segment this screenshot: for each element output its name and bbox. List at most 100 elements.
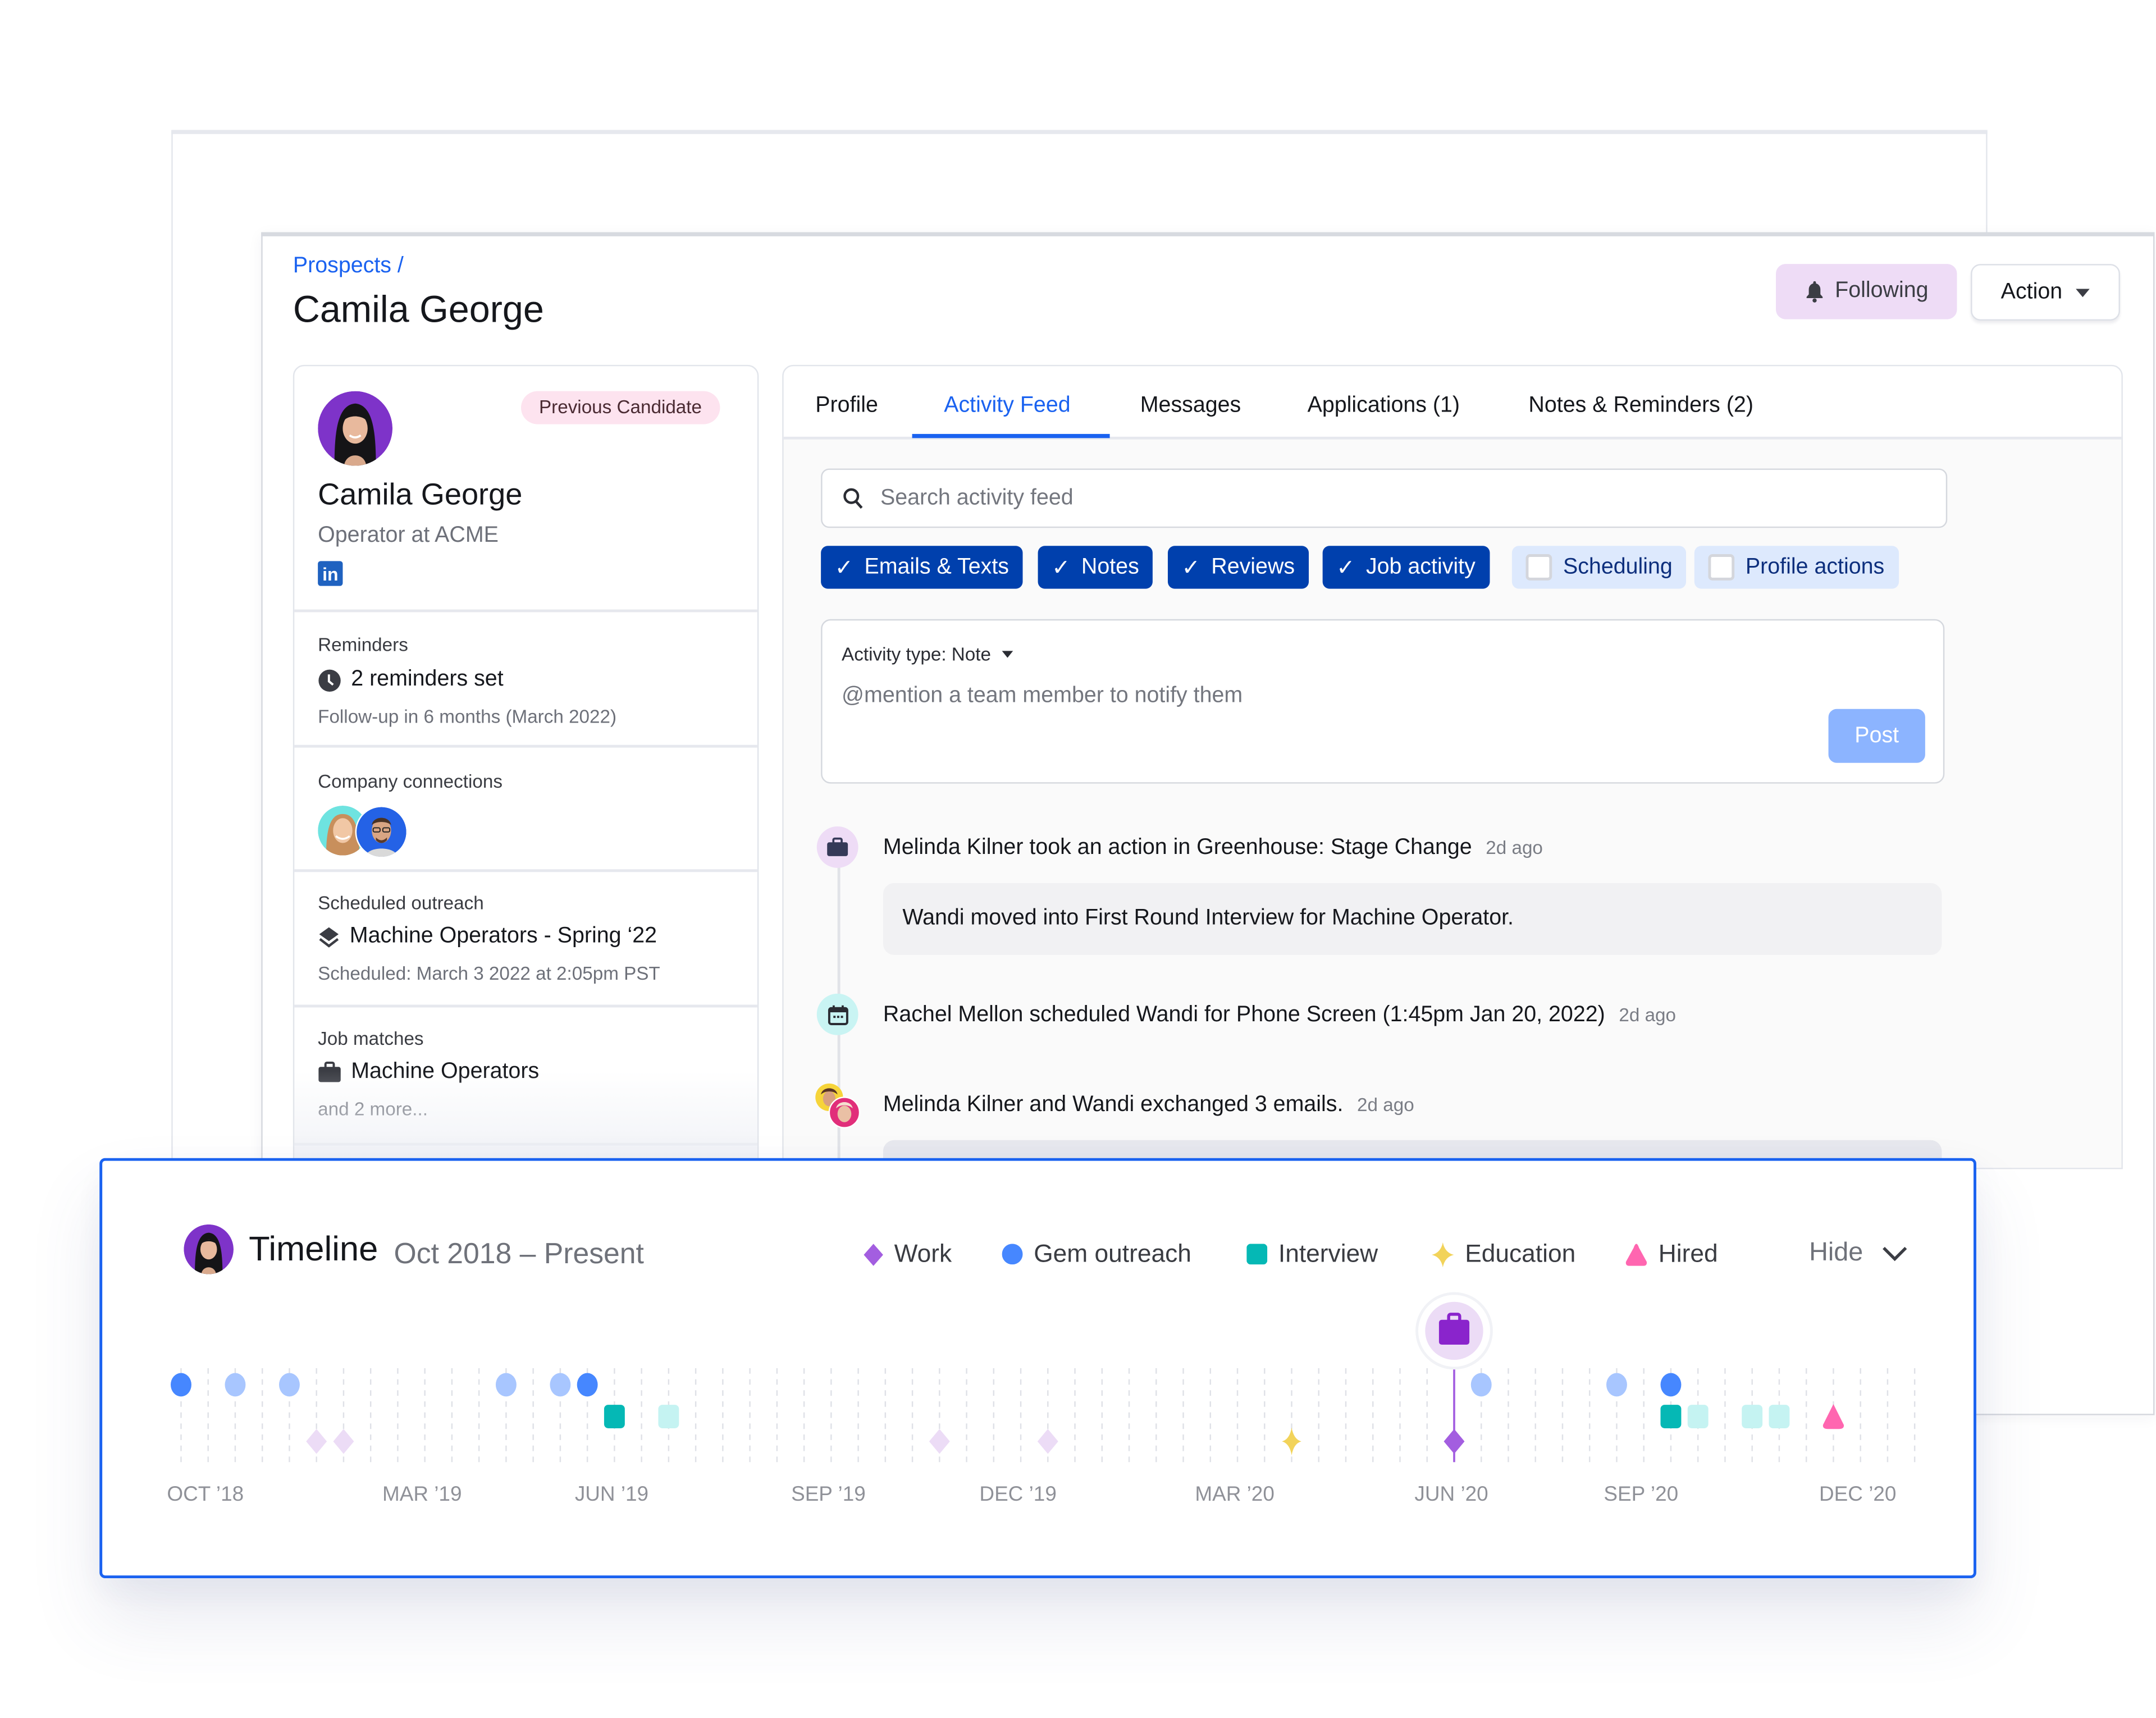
section-label: Reminders bbox=[318, 634, 408, 655]
reminders-summary[interactable]: 2 reminders set bbox=[318, 668, 504, 692]
tick-label: OCT ’18 bbox=[167, 1482, 244, 1505]
gem-outreach-point bbox=[1470, 1373, 1492, 1397]
feed-event-name[interactable]: Phone Screen (1:45pm Jan 20, 2022) bbox=[1236, 1003, 1605, 1027]
feed-actor[interactable]: Melinda Kilner bbox=[883, 1093, 1024, 1117]
work-point bbox=[333, 1429, 354, 1454]
candidate-name: Camila George bbox=[318, 477, 523, 511]
layers-icon bbox=[319, 926, 339, 947]
feed-timestamp: 2d ago bbox=[1486, 837, 1543, 858]
tick-label: JUN ’20 bbox=[1414, 1482, 1488, 1505]
feed-actor[interactable]: Rachel Mellon bbox=[883, 1003, 1024, 1027]
checkbox-icon bbox=[1708, 554, 1735, 581]
feed-actor[interactable]: Melinda Kilner bbox=[883, 836, 1024, 860]
active-tab-indicator bbox=[912, 433, 1110, 438]
tick-label: DEC ’20 bbox=[1819, 1482, 1896, 1505]
work-point bbox=[306, 1429, 327, 1454]
post-button[interactable]: Post bbox=[1828, 709, 1925, 763]
checkbox-icon bbox=[1525, 554, 1552, 581]
detail-job-name: Machine Operator. bbox=[1332, 906, 1514, 930]
filter-label: Profile actions bbox=[1745, 555, 1885, 579]
breadcrumb-prospects[interactable]: Prospects / bbox=[293, 254, 404, 279]
linkedin-icon[interactable]: in bbox=[318, 561, 343, 586]
clock-icon bbox=[318, 669, 341, 691]
fade-overlay bbox=[294, 1071, 757, 1168]
activity-type-label: Activity type: Note bbox=[842, 644, 992, 665]
participant-avatars bbox=[815, 1083, 861, 1128]
bell-icon bbox=[1806, 281, 1822, 303]
activity-type-dropdown[interactable]: Activity type: Note bbox=[842, 644, 1013, 665]
tab-activity-feed[interactable]: Activity Feed bbox=[944, 394, 1070, 419]
section-label: Scheduled outreach bbox=[318, 893, 484, 914]
interview-point bbox=[1687, 1405, 1709, 1428]
detail-text: Wandi moved into First Round Interview f… bbox=[902, 906, 1332, 930]
activity-feed-panel: Profile Activity Feed Messages Applicati… bbox=[782, 364, 2123, 1169]
work-point bbox=[1037, 1429, 1058, 1454]
note-textarea[interactable]: @mention a team member to notify them bbox=[842, 684, 1243, 709]
connection-avatar[interactable] bbox=[355, 806, 408, 858]
search-input[interactable]: Search activity feed bbox=[821, 468, 1948, 528]
feed-item-detail: Wandi moved into First Round Interview f… bbox=[883, 883, 1942, 955]
tick-label: SEP ’20 bbox=[1604, 1482, 1678, 1505]
tab-profile[interactable]: Profile bbox=[815, 394, 878, 419]
gem-outreach-point bbox=[550, 1373, 571, 1397]
section-label: Job matches bbox=[318, 1028, 424, 1049]
interview-point bbox=[1742, 1405, 1763, 1428]
feed-item-icon bbox=[816, 993, 858, 1035]
gem-outreach-point bbox=[170, 1373, 191, 1397]
feed-timestamp: 2d ago bbox=[1357, 1094, 1414, 1116]
filter-job-activity[interactable]: ✓ Job activity bbox=[1322, 546, 1490, 589]
check-icon: ✓ bbox=[1052, 556, 1071, 580]
gem-outreach-point bbox=[1606, 1373, 1627, 1397]
profile-card: Previous Candidate Camila George Operato… bbox=[293, 364, 759, 1169]
outreach-sequence[interactable]: Machine Operators - Spring ‘22 bbox=[318, 925, 657, 949]
filter-notes[interactable]: ✓ Notes bbox=[1038, 546, 1153, 589]
education-point bbox=[1282, 1427, 1301, 1455]
check-icon: ✓ bbox=[1181, 556, 1200, 580]
page-title: Camila George bbox=[293, 289, 544, 331]
timeline-chart: OCT ’18 MAR ’19 JUN ’19 SEP ’19 DEC ’19 MAR ’… bbox=[167, 1292, 1916, 1505]
tab-bar: Profile Activity Feed Messages Applicati… bbox=[783, 366, 2122, 440]
search-placeholder: Search activity feed bbox=[880, 486, 1074, 510]
tab-messages[interactable]: Messages bbox=[1140, 394, 1241, 419]
interview-point bbox=[1769, 1405, 1790, 1428]
note-composer: Activity type: Note @mention a team memb… bbox=[821, 619, 1945, 784]
tab-applications[interactable]: Applications (1) bbox=[1308, 394, 1460, 419]
scheduled-outreach-section: Scheduled outreach Machine Operators - S… bbox=[294, 869, 757, 1007]
interview-point bbox=[1660, 1405, 1682, 1428]
work-point bbox=[929, 1429, 950, 1454]
candidate-title: Operator at ACME bbox=[318, 523, 499, 547]
gem-outreach-point bbox=[278, 1373, 300, 1397]
feed-action-text: and Wandi exchanged 3 emails. bbox=[1023, 1093, 1344, 1117]
gem-outreach-point bbox=[225, 1373, 246, 1397]
action-label: Action bbox=[2000, 280, 2063, 304]
gem-outreach-point bbox=[1660, 1373, 1682, 1397]
feed-item: Melinda Kilner and Wandi exchanged 3 ema… bbox=[883, 1093, 1414, 1118]
action-dropdown[interactable]: Action bbox=[1971, 264, 2120, 321]
filter-label: Job activity bbox=[1365, 555, 1476, 579]
filter-scheduling[interactable]: Scheduling bbox=[1511, 546, 1687, 589]
feed-detail-text: Wandi moved into First Round Interview f… bbox=[902, 907, 1514, 931]
reminders-followup: Follow-up in 6 months (March 2022) bbox=[318, 706, 617, 727]
caret-down-icon bbox=[1002, 651, 1013, 658]
feed-item: Rachel Mellon scheduled Wandi for Phone … bbox=[883, 1003, 1676, 1028]
following-label: Following bbox=[1835, 279, 1929, 303]
company-connections-section: Company connections bbox=[294, 744, 757, 872]
filter-label: Reviews bbox=[1211, 555, 1295, 579]
feed-action-text: took an action in Greenhouse: Stage Chan… bbox=[1023, 836, 1472, 860]
check-icon: ✓ bbox=[1336, 556, 1355, 580]
filter-emails-texts[interactable]: ✓ Emails & Texts bbox=[821, 546, 1023, 589]
tab-notes-reminders[interactable]: Notes & Reminders (2) bbox=[1528, 394, 1753, 419]
hired-point bbox=[1822, 1404, 1844, 1429]
calendar-icon bbox=[827, 1004, 848, 1025]
interview-point bbox=[604, 1405, 625, 1428]
following-button[interactable]: Following bbox=[1776, 264, 1957, 319]
gem-outreach-point bbox=[577, 1373, 598, 1397]
filter-label: Scheduling bbox=[1563, 555, 1673, 579]
tick-label: JUN ’19 bbox=[575, 1482, 648, 1505]
interview-point bbox=[658, 1405, 679, 1428]
search-icon bbox=[843, 488, 863, 509]
feed-item-icon bbox=[816, 826, 858, 868]
filter-profile-actions[interactable]: Profile actions bbox=[1694, 546, 1898, 589]
filter-reviews[interactable]: ✓ Reviews bbox=[1167, 546, 1309, 589]
timeline-card: Timeline Oct 2018 – Present Work Gem out… bbox=[99, 1158, 1976, 1579]
